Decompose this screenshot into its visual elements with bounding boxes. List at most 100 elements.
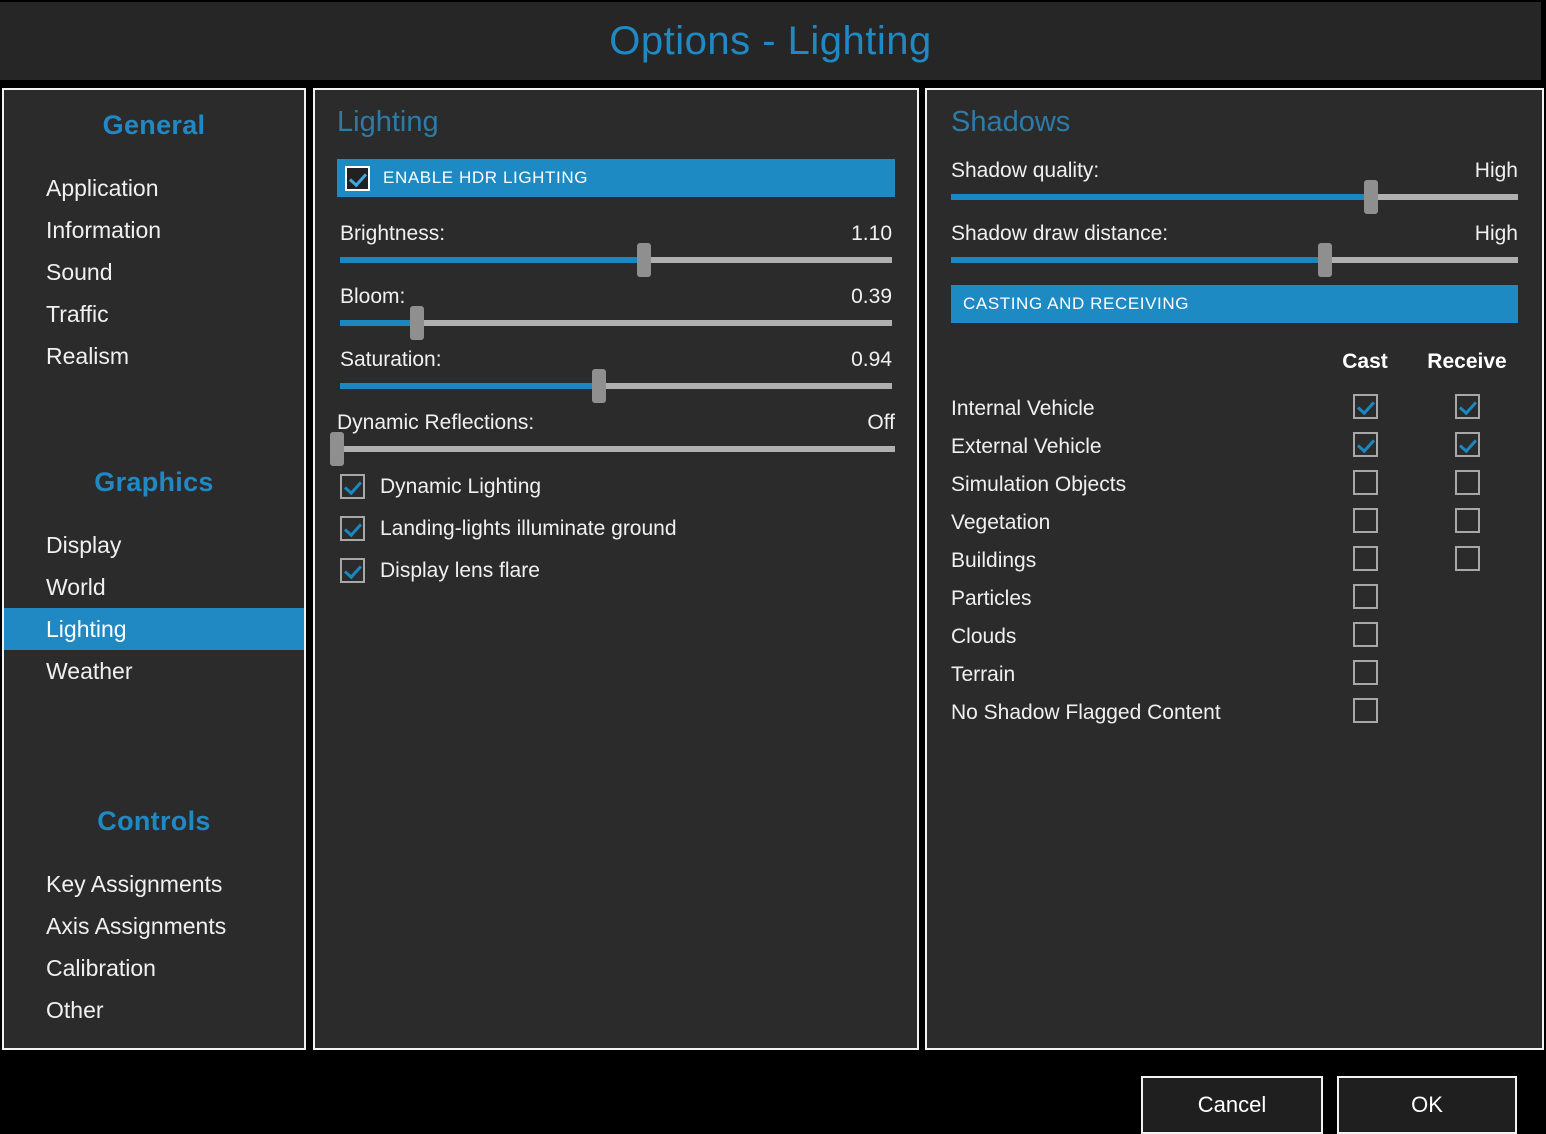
receive-cell-particles <box>1416 580 1518 618</box>
bloom-slider-fill <box>340 320 417 326</box>
bloom-label: Bloom: <box>340 285 405 309</box>
brightness-value: 1.10 <box>851 222 892 246</box>
title-bar: Options - Lighting <box>0 2 1541 80</box>
bloom-slider-track[interactable] <box>340 320 892 326</box>
sidebar-item-realism[interactable]: Realism <box>4 335 304 377</box>
shadows-panel: Shadows Shadow quality:HighShadow draw d… <box>925 88 1544 1050</box>
shadow-draw-distance-value: High <box>1475 222 1518 246</box>
sidebar-item-calibration[interactable]: Calibration <box>4 947 304 989</box>
receive-checkbox-internal-vehicle[interactable] <box>1455 394 1480 419</box>
cast-checkbox-particles[interactable] <box>1353 584 1378 609</box>
sidebar-group-spacer <box>4 692 304 788</box>
sidebar-item-weather[interactable]: Weather <box>4 650 304 692</box>
sidebar-group-spacer <box>4 377 304 449</box>
checkbox-row-display-lens-flare[interactable]: Display lens flare <box>340 558 895 583</box>
cast-cell-terrain <box>1314 656 1416 694</box>
sidebar-item-application[interactable]: Application <box>4 167 304 209</box>
table-header-receive: Receive <box>1416 349 1518 390</box>
cast-cell-particles <box>1314 580 1416 618</box>
sidebar-item-other[interactable]: Other <box>4 989 304 1031</box>
table-header-blank <box>951 349 1314 390</box>
casting-receiving-table: CastReceive Internal VehicleExternal Veh… <box>951 349 1518 732</box>
dynamic-reflections-slider-thumb[interactable] <box>330 432 344 466</box>
ok-button[interactable]: OK <box>1337 1076 1517 1134</box>
shadow-draw-distance-slider-thumb[interactable] <box>1318 243 1332 277</box>
cast-checkbox-terrain[interactable] <box>1353 660 1378 685</box>
bloom-slider-labels: Bloom: 0.39 <box>340 285 892 309</box>
table-row: Terrain <box>951 656 1518 694</box>
sidebar-group-title-controls: Controls <box>4 806 304 837</box>
table-row: External Vehicle <box>951 428 1518 466</box>
dynamic-reflections-slider-row: Dynamic Reflections:Off <box>337 411 895 452</box>
receive-cell-no-shadow-flagged-content <box>1416 694 1518 732</box>
sidebar-item-lighting[interactable]: Lighting <box>4 608 304 650</box>
checkbox-label-landing-lights-illuminate-ground: Landing-lights illuminate ground <box>380 517 677 541</box>
sidebar-group-title-graphics: Graphics <box>4 467 304 498</box>
sidebar-item-key-assignments[interactable]: Key Assignments <box>4 863 304 905</box>
cast-checkbox-vegetation[interactable] <box>1353 508 1378 533</box>
enable-hdr-lighting-checkbox[interactable] <box>345 166 370 191</box>
receive-checkbox-simulation-objects[interactable] <box>1455 470 1480 495</box>
receive-cell-vegetation <box>1416 504 1518 542</box>
saturation-value: 0.94 <box>851 348 892 372</box>
cast-cell-simulation-objects <box>1314 466 1416 504</box>
bloom-slider-thumb[interactable] <box>410 306 424 340</box>
saturation-slider-thumb[interactable] <box>592 369 606 403</box>
cast-checkbox-buildings[interactable] <box>1353 546 1378 571</box>
table-row: Particles <box>951 580 1518 618</box>
checkbox-row-landing-lights-illuminate-ground[interactable]: Landing-lights illuminate ground <box>340 516 895 541</box>
cast-checkbox-no-shadow-flagged-content[interactable] <box>1353 698 1378 723</box>
shadow-draw-distance-slider-track[interactable] <box>951 257 1518 263</box>
cast-checkbox-internal-vehicle[interactable] <box>1353 394 1378 419</box>
shadows-section-title: Shadows <box>951 108 1518 137</box>
row-label-simulation-objects: Simulation Objects <box>951 466 1314 504</box>
cast-checkbox-external-vehicle[interactable] <box>1353 432 1378 457</box>
cast-cell-vegetation <box>1314 504 1416 542</box>
cast-cell-no-shadow-flagged-content <box>1314 694 1416 732</box>
table-row: Vegetation <box>951 504 1518 542</box>
cast-cell-buildings <box>1314 542 1416 580</box>
receive-checkbox-external-vehicle[interactable] <box>1455 432 1480 457</box>
cast-checkbox-simulation-objects[interactable] <box>1353 470 1378 495</box>
brightness-slider-fill <box>340 257 644 263</box>
checkbox-landing-lights-illuminate-ground[interactable] <box>340 516 365 541</box>
lighting-panel: Lighting ENABLE HDR LIGHTING Brightness:… <box>313 88 919 1050</box>
receive-checkbox-vegetation[interactable] <box>1455 508 1480 533</box>
casting-and-receiving-banner: CASTING AND RECEIVING <box>951 285 1518 323</box>
checkbox-dynamic-lighting[interactable] <box>340 474 365 499</box>
enable-hdr-lighting-banner[interactable]: ENABLE HDR LIGHTING <box>337 159 895 197</box>
sidebar-item-axis-assignments[interactable]: Axis Assignments <box>4 905 304 947</box>
row-label-vegetation: Vegetation <box>951 504 1314 542</box>
dynamic-reflections-slider-track[interactable] <box>337 446 895 452</box>
checkbox-label-dynamic-lighting: Dynamic Lighting <box>380 475 541 499</box>
brightness-slider-thumb[interactable] <box>637 243 651 277</box>
brightness-slider-track[interactable] <box>340 257 892 263</box>
saturation-slider-row: Saturation:0.94 <box>340 348 892 389</box>
checkbox-row-dynamic-lighting[interactable]: Dynamic Lighting <box>340 474 895 499</box>
sidebar-item-display[interactable]: Display <box>4 524 304 566</box>
table-row: Clouds <box>951 618 1518 656</box>
shadow-quality-slider-thumb[interactable] <box>1364 180 1378 214</box>
cast-checkbox-clouds[interactable] <box>1353 622 1378 647</box>
checkbox-display-lens-flare[interactable] <box>340 558 365 583</box>
row-label-buildings: Buildings <box>951 542 1314 580</box>
shadow-quality-slider-track[interactable] <box>951 194 1518 200</box>
sidebar-item-traffic[interactable]: Traffic <box>4 293 304 335</box>
saturation-slider-track[interactable] <box>340 383 892 389</box>
row-label-external-vehicle: External Vehicle <box>951 428 1314 466</box>
brightness-slider-row: Brightness:1.10 <box>340 222 892 263</box>
sidebar-item-sound[interactable]: Sound <box>4 251 304 293</box>
receive-cell-external-vehicle <box>1416 428 1518 466</box>
cast-cell-external-vehicle <box>1314 428 1416 466</box>
sidebar-item-world[interactable]: World <box>4 566 304 608</box>
dynamic-reflections-slider-row: Dynamic Reflections:Off <box>337 411 895 452</box>
saturation-slider-fill <box>340 383 599 389</box>
table-row: Simulation Objects <box>951 466 1518 504</box>
receive-cell-simulation-objects <box>1416 466 1518 504</box>
sidebar-item-information[interactable]: Information <box>4 209 304 251</box>
shadow-draw-distance-label: Shadow draw distance: <box>951 222 1168 246</box>
lighting-checkbox-group: Dynamic Lighting Landing-lights illuminat… <box>337 474 895 583</box>
bloom-value: 0.39 <box>851 285 892 309</box>
cancel-button[interactable]: Cancel <box>1141 1076 1323 1134</box>
receive-checkbox-buildings[interactable] <box>1455 546 1480 571</box>
